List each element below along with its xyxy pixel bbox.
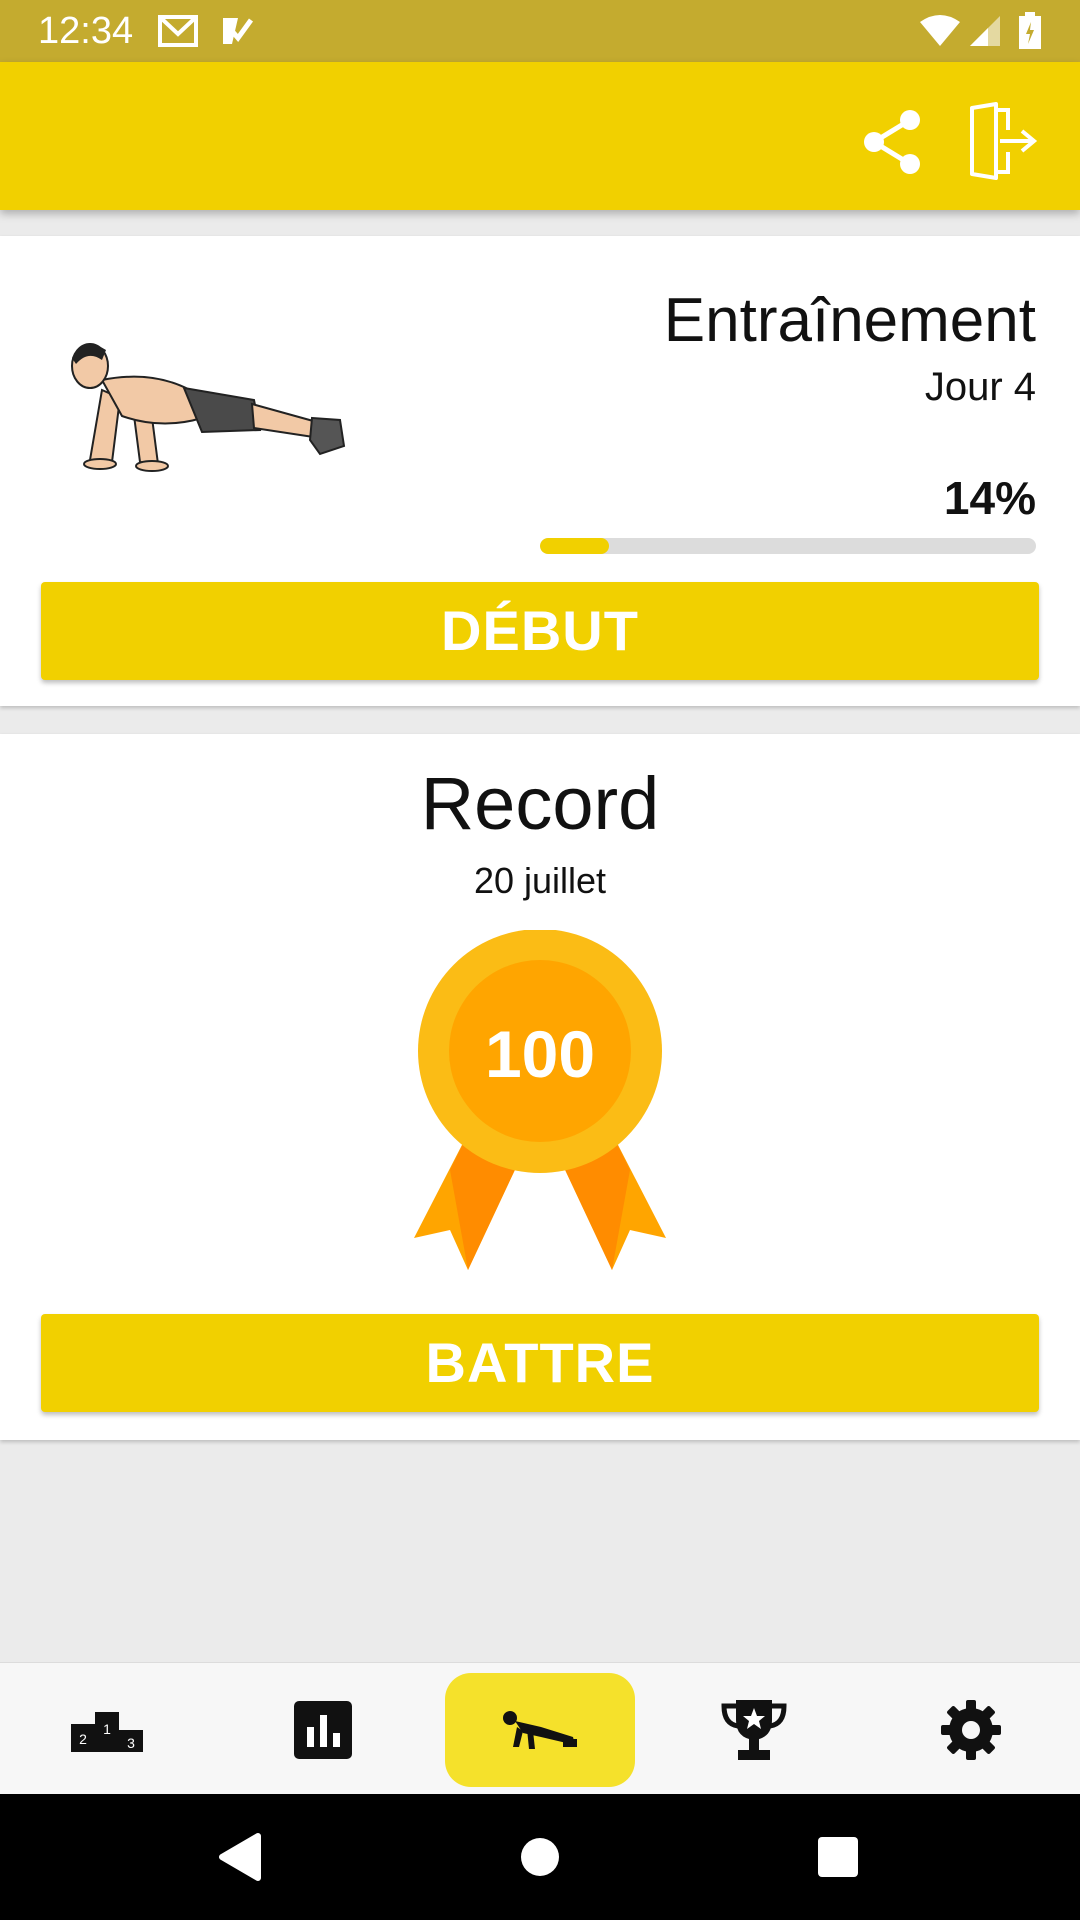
bottom-nav: 1 2 3 (0, 1662, 1080, 1795)
record-date: 20 juillet (473, 860, 607, 901)
recents-button[interactable] (798, 1822, 878, 1892)
pushup-man-illustration (71, 343, 346, 472)
nav-item-achievements[interactable] (659, 1673, 849, 1787)
nav-item-leaderboard[interactable]: 1 2 3 (12, 1673, 202, 1787)
nav-item-settings[interactable] (876, 1673, 1066, 1787)
training-day: Jour 4 (924, 365, 1036, 409)
medal-badge: 100 (410, 929, 670, 1280)
exit-icon (970, 102, 1038, 180)
share-icon (864, 110, 920, 174)
medal-icon (414, 929, 666, 1270)
battery-icon (1019, 12, 1041, 49)
task-icon (223, 18, 254, 44)
recents-icon (818, 1837, 858, 1877)
svg-text:2: 2 (79, 1731, 87, 1747)
record-card: Record 20 juillet 100 BATTRE (0, 734, 1080, 1440)
back-icon (219, 1833, 261, 1881)
gear-icon (941, 1700, 1001, 1760)
svg-text:3: 3 (127, 1735, 135, 1751)
nav-item-workout[interactable] (445, 1673, 635, 1787)
progress-percent: 14% (943, 472, 1036, 524)
svg-text:1: 1 (103, 1721, 111, 1737)
exit-button[interactable] (962, 102, 1042, 182)
training-card: Entraînement Jour 4 14% DÉBUT (0, 236, 1080, 706)
pushup-icon (503, 1711, 577, 1749)
share-button[interactable] (852, 102, 932, 182)
system-nav (0, 1794, 1080, 1920)
bar-chart-icon (294, 1701, 352, 1759)
gmail-icon (158, 15, 198, 47)
training-title: Entraînement (663, 286, 1036, 355)
record-title: Record (420, 762, 660, 845)
app-bar (0, 62, 1080, 210)
home-button[interactable] (500, 1822, 580, 1892)
wifi-icon (920, 15, 960, 46)
signal-icon (970, 16, 1000, 46)
podium-icon: 1 2 3 (71, 1712, 143, 1752)
record-value: 100 (484, 1017, 596, 1091)
status-time: 12:34 (38, 10, 134, 52)
back-button[interactable] (200, 1822, 280, 1892)
trophy-icon (721, 1700, 787, 1760)
start-button[interactable]: DÉBUT (41, 582, 1039, 680)
nav-item-statistics[interactable] (228, 1673, 418, 1787)
progress-fill (540, 538, 610, 554)
home-icon (521, 1838, 559, 1876)
progress-bar (540, 538, 1036, 554)
beat-button[interactable]: BATTRE (41, 1314, 1039, 1412)
status-bar: 12:34 (0, 0, 1080, 62)
